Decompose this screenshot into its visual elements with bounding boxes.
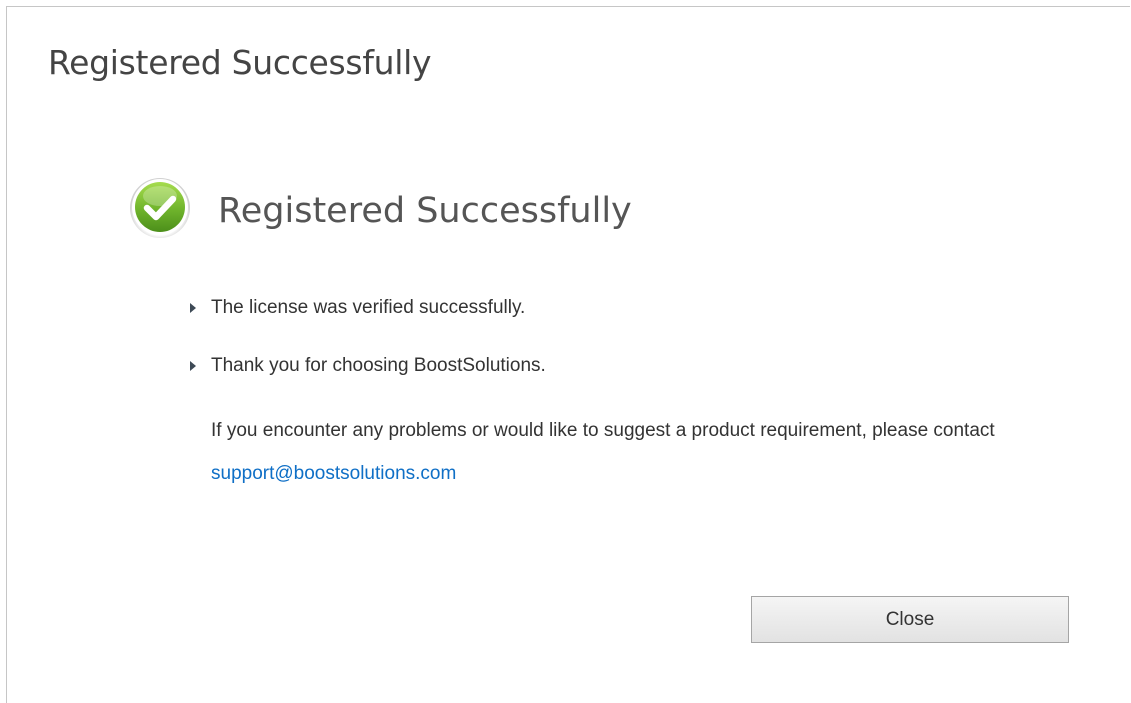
- registration-dialog: Registered Successfully Registered Succe…: [6, 6, 1130, 703]
- list-item: Thank you for choosing BoostSolutions.: [185, 353, 1085, 411]
- thank-you-text: Thank you for choosing BoostSolutions.: [211, 355, 546, 376]
- close-button[interactable]: Close: [751, 596, 1069, 643]
- license-verified-text: The license was verified successfully.: [211, 297, 526, 318]
- list-item: The license was verified successfully.: [185, 295, 1085, 353]
- bullet-arrow-icon: [190, 303, 196, 313]
- support-email-link[interactable]: support@boostsolutions.com: [211, 463, 456, 484]
- contact-paragraph: If you encounter any problems or would l…: [211, 409, 1101, 495]
- contact-text: If you encounter any problems or would l…: [211, 420, 995, 441]
- message-list: The license was verified successfully. T…: [185, 295, 1085, 411]
- success-heading: Registered Successfully: [218, 191, 632, 231]
- bullet-arrow-icon: [190, 361, 196, 371]
- check-circle-icon: [130, 178, 190, 238]
- dialog-title: Registered Successfully: [48, 43, 432, 82]
